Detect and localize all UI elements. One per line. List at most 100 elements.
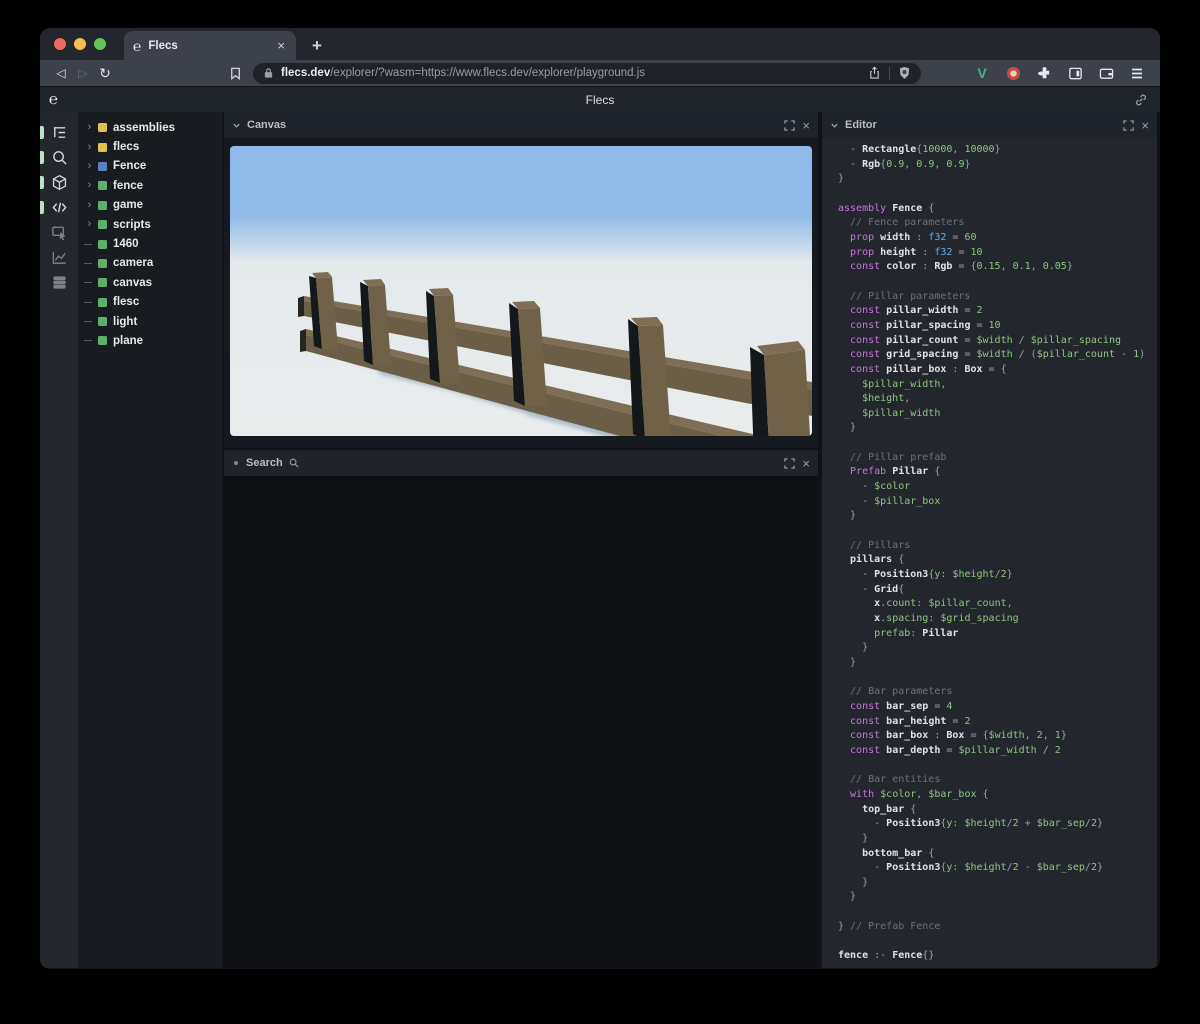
code-line: - $pillar_box xyxy=(838,495,941,507)
code-line: const grid_spacing = $width / ($pillar_c… xyxy=(838,349,1146,361)
vue-devtools-icon[interactable]: V xyxy=(973,64,991,82)
tree-item-plane[interactable]: plane xyxy=(78,331,222,350)
code-line: - Grid{ xyxy=(838,583,905,595)
tree-item-canvas[interactable]: canvas xyxy=(78,273,222,292)
code-line: // Bar parameters xyxy=(838,686,953,698)
code-line: } xyxy=(838,422,857,434)
fullscreen-icon[interactable] xyxy=(1123,119,1135,131)
chevron-right-icon[interactable]: › xyxy=(84,199,95,211)
minimize-window-button[interactable] xyxy=(74,38,86,50)
panel-title: Search xyxy=(246,457,283,469)
chevron-down-icon[interactable] xyxy=(232,121,241,130)
fullscreen-icon[interactable] xyxy=(784,119,796,131)
tree-item-camera[interactable]: camera xyxy=(78,254,222,273)
code-line: const bar_sep = 4 xyxy=(838,700,953,712)
code-line: x.count: $pillar_count, xyxy=(838,598,1013,610)
canvas-3d-viewport[interactable] xyxy=(224,138,818,448)
code-line: } // Prefab Fence xyxy=(838,920,941,932)
scene-cube-icon[interactable] xyxy=(40,170,78,195)
entity-kind-square-icon xyxy=(98,317,107,327)
chevron-right-icon[interactable]: › xyxy=(84,219,95,230)
close-icon[interactable]: × xyxy=(802,119,810,132)
code-line: const pillar_box : Box = { xyxy=(838,363,1007,375)
chevron-down-icon[interactable] xyxy=(830,121,839,130)
search-icon[interactable] xyxy=(40,145,78,170)
code-line: $pillar_width xyxy=(838,407,941,419)
panel-title: Canvas xyxy=(247,119,287,131)
tree-item-flecs[interactable]: › flecs xyxy=(78,137,222,156)
fullscreen-icon[interactable] xyxy=(784,457,796,469)
close-icon[interactable]: × xyxy=(1141,119,1149,132)
outliner-icon[interactable] xyxy=(40,120,78,145)
search-results-area[interactable] xyxy=(224,476,818,968)
tab-strip: ℮ Flecs × + xyxy=(40,28,1160,60)
rows-icon[interactable] xyxy=(40,270,78,295)
sidebar-icon[interactable] xyxy=(1066,64,1084,82)
tree-item-label: 1460 xyxy=(113,238,139,251)
tree-item-Fence[interactable]: › Fence xyxy=(78,157,222,176)
panel-collapsed-dot-icon[interactable] xyxy=(234,461,238,465)
url-bar[interactable]: flecs.dev/explorer/?wasm=https://www.fle… xyxy=(253,62,921,84)
close-icon[interactable]: × xyxy=(802,457,810,470)
code-line: } xyxy=(838,173,845,185)
chevron-right-icon[interactable]: › xyxy=(84,160,95,172)
code-line: fence :- Fence{} xyxy=(838,950,935,962)
code-line: // Pillar parameters xyxy=(838,290,971,302)
code-line: - Rectangle{10000, 10000} xyxy=(838,144,1001,155)
stats-chart-icon[interactable] xyxy=(40,245,78,270)
bookmark-icon[interactable] xyxy=(228,66,243,81)
close-window-button[interactable] xyxy=(54,38,66,50)
brave-shield-icon[interactable] xyxy=(898,66,911,80)
chevron-right-icon[interactable]: › xyxy=(84,180,95,191)
tree-item-label: canvas xyxy=(113,276,153,289)
code-line: pillars { xyxy=(838,554,905,566)
code-line: $pillar_width, xyxy=(838,378,947,390)
code-line: - $color xyxy=(838,481,911,493)
tree-item-label: flesc xyxy=(113,296,140,309)
tree-item-assemblies[interactable]: › assemblies xyxy=(78,118,222,137)
code-line: } xyxy=(838,832,869,844)
tree-item-1460[interactable]: 1460 xyxy=(78,234,222,253)
code-icon[interactable] xyxy=(40,195,78,220)
chevron-right-icon[interactable]: › xyxy=(84,122,95,133)
browser-tab[interactable]: ℮ Flecs × xyxy=(124,31,296,60)
extensions-puzzle-icon[interactable] xyxy=(1035,64,1053,82)
divider xyxy=(889,66,890,80)
entity-kind-square-icon xyxy=(98,297,107,307)
back-button[interactable]: ◁ xyxy=(50,66,72,80)
code-line: // Pillar prefab xyxy=(838,451,947,463)
code-line: top_bar { xyxy=(838,803,917,815)
code-line: with $color, $bar_box { xyxy=(838,788,989,800)
menu-icon[interactable] xyxy=(1128,64,1146,82)
extension-badge-icon[interactable] xyxy=(1004,64,1022,82)
code-line: - Position3{y: $height/2 - $bar_sep/2} xyxy=(838,862,1104,874)
tree-item-light[interactable]: light xyxy=(78,312,222,331)
search-panel-header: Search × xyxy=(224,450,818,476)
forward-button[interactable]: ▷ xyxy=(72,66,94,80)
zoom-window-button[interactable] xyxy=(94,38,106,50)
entity-kind-square-icon xyxy=(98,200,107,210)
inspector-icon[interactable] xyxy=(40,220,78,245)
tree-item-flesc[interactable]: flesc xyxy=(78,293,222,312)
new-tab-button[interactable]: + xyxy=(312,37,322,54)
tree-item-game[interactable]: › game xyxy=(78,196,222,215)
tree-item-label: plane xyxy=(113,334,144,347)
code-line: } xyxy=(838,876,869,888)
tree-item-fence[interactable]: › fence xyxy=(78,176,222,195)
search-glyph-icon xyxy=(289,458,299,468)
wallet-icon[interactable] xyxy=(1097,64,1115,82)
reload-button[interactable]: ↻ xyxy=(94,65,116,82)
tab-close-button[interactable]: × xyxy=(275,38,287,53)
share-icon[interactable] xyxy=(868,66,881,80)
chevron-right-icon[interactable]: › xyxy=(84,141,95,153)
entity-kind-square-icon xyxy=(98,239,107,249)
app-header: ℮ Flecs xyxy=(40,86,1160,112)
code-line: } xyxy=(838,656,857,668)
code-editor[interactable]: - Rectangle{10000, 10000} - Rgb{0.9, 0.9… xyxy=(822,138,1157,968)
tree-item-scripts[interactable]: › scripts xyxy=(78,215,222,234)
tree-item-label: game xyxy=(113,199,144,212)
code-line: const pillar_spacing = 10 xyxy=(838,319,1001,331)
